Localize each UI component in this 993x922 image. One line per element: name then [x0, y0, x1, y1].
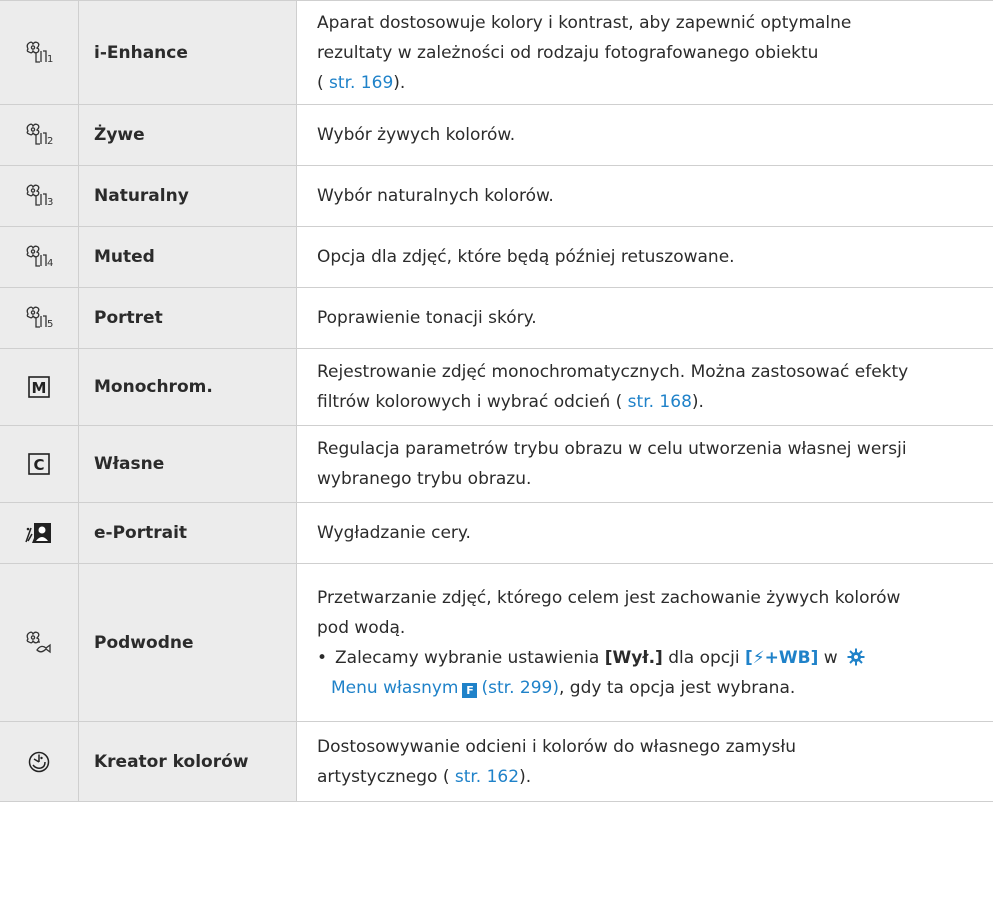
- mode-description: Wygładzanie cery.: [317, 523, 471, 543]
- picture-mode-2-icon: 2: [0, 105, 79, 165]
- table-row: 4 Muted Opcja dla zdjęć, które będą późn…: [0, 227, 993, 288]
- table-row: 5 Portret Poprawienie tonacji skóry.: [0, 288, 993, 349]
- svg-text:4: 4: [47, 258, 53, 269]
- gear-icon: [847, 648, 865, 665]
- mode-name: Muted: [94, 247, 155, 267]
- table-row: e-Portrait Wygładzanie cery.: [0, 503, 993, 564]
- svg-text:C: C: [33, 456, 44, 474]
- svg-text:5: 5: [47, 319, 53, 330]
- custom-menu-link[interactable]: Menu własnym: [331, 678, 458, 698]
- page-link[interactable]: (str. 299): [481, 678, 558, 698]
- mode-description: Rejestrowanie zdjęć monochromatycznych. …: [317, 362, 909, 412]
- custom-icon: C: [0, 426, 79, 502]
- table-row: 3 Naturalny Wybór naturalnych kolorów.: [0, 166, 993, 227]
- mode-name: Portret: [94, 308, 163, 328]
- note-bullet: • Zalecamy wybranie ustawienia [Wył.] dla…: [317, 643, 977, 673]
- picture-mode-1-icon: 1: [0, 1, 79, 104]
- table-row: 2 Żywe Wybór żywych kolorów.: [0, 105, 993, 166]
- svg-text:3: 3: [47, 197, 53, 208]
- color-creator-icon: [0, 722, 79, 801]
- mode-name: e-Portrait: [94, 523, 188, 543]
- table-row: C Własne Regulacja parametrów trybu obra…: [0, 426, 993, 503]
- picture-mode-table: 1 i-Enhance Aparat dostosowuje kolory i …: [0, 0, 993, 802]
- page-link[interactable]: str. 168: [628, 392, 692, 412]
- svg-text:M: M: [32, 379, 47, 397]
- menu-f-icon: F: [462, 682, 478, 698]
- mode-description: Poprawienie tonacji skóry.: [317, 308, 537, 328]
- picture-mode-3-icon: 3: [0, 166, 79, 226]
- monochrome-icon: M: [0, 349, 79, 425]
- e-portrait-icon: [0, 503, 79, 563]
- table-row: M Monochrom. Rejestrowanie zdjęć monochr…: [0, 349, 993, 426]
- mode-name: Własne: [94, 454, 165, 474]
- mode-description: Opcja dla zdjęć, które będą później retu…: [317, 247, 735, 267]
- table-row: Kreator kolorów Dostosowywanie odcieni i…: [0, 722, 993, 802]
- page-link[interactable]: str. 169: [329, 73, 393, 93]
- table-row: 1 i-Enhance Aparat dostosowuje kolory i …: [0, 1, 993, 105]
- mode-name: Żywe: [94, 125, 145, 145]
- mode-description: Wybór naturalnych kolorów.: [317, 186, 554, 206]
- mode-name: i-Enhance: [94, 42, 188, 63]
- table-row: Podwodne Przetwarzanie zdjęć, którego ce…: [0, 564, 993, 722]
- mode-name: Podwodne: [94, 632, 194, 653]
- mode-description: Przetwarzanie zdjęć, którego celem jest …: [297, 564, 993, 721]
- picture-mode-5-icon: 5: [0, 288, 79, 348]
- mode-description: Aparat dostosowuje kolory i kontrast, ab…: [317, 12, 852, 93]
- svg-text:2: 2: [47, 136, 53, 147]
- picture-mode-4-icon: 4: [0, 227, 79, 287]
- svg-text:1: 1: [47, 54, 53, 65]
- page-link[interactable]: str. 162: [455, 767, 519, 787]
- mode-name: Monochrom.: [94, 377, 213, 397]
- mode-name: Naturalny: [94, 186, 189, 206]
- mode-name: Kreator kolorów: [94, 751, 249, 772]
- underwater-icon: [0, 564, 79, 721]
- mode-description: Wybór żywych kolorów.: [317, 125, 516, 145]
- mode-description: Regulacja parametrów trybu obrazu w celu…: [317, 439, 907, 489]
- mode-description: Dostosowywanie odcieni i kolorów do włas…: [317, 736, 797, 787]
- flash-wb-option: [⚡+WB]: [744, 647, 819, 668]
